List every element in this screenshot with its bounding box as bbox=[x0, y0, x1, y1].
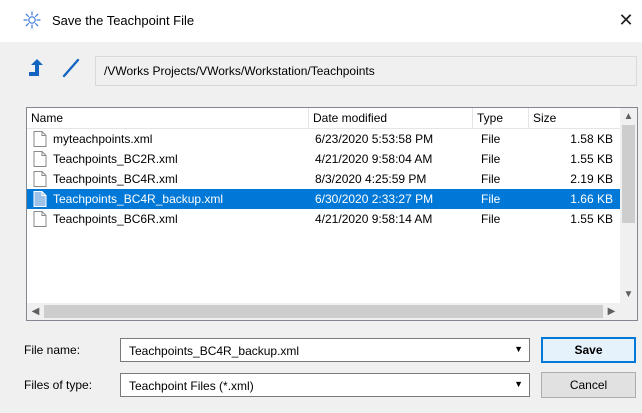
file-date: 4/21/2020 9:58:14 AM bbox=[315, 212, 433, 226]
file-name: Teachpoints_BC4R_backup.xml bbox=[53, 192, 224, 206]
save-file-dialog: Save the Teachpoint File ✕ /VWorks Proje… bbox=[0, 0, 642, 413]
column-header-size[interactable]: Size bbox=[529, 108, 620, 128]
file-type: File bbox=[481, 172, 501, 186]
path-field[interactable]: /VWorks Projects/VWorks/Workstation/Teac… bbox=[95, 56, 637, 86]
vertical-scroll-thumb[interactable] bbox=[622, 125, 635, 223]
column-header-type[interactable]: Type bbox=[473, 108, 529, 128]
file-rows: myteachpoints.xml 6/23/2020 5:53:58 PM F… bbox=[27, 129, 620, 229]
file-name-combobox[interactable]: Teachpoints_BC4R_backup.xml ▼ bbox=[120, 338, 530, 362]
file-size: 1.66 KB bbox=[570, 192, 613, 206]
scroll-up-arrow-icon[interactable]: ▲ bbox=[620, 108, 637, 125]
file-size: 2.19 KB bbox=[570, 172, 613, 186]
table-row[interactable]: Teachpoints_BC6R.xml 4/21/2020 9:58:14 A… bbox=[27, 209, 620, 229]
file-icon bbox=[33, 151, 47, 167]
file-type-label: Files of type: bbox=[24, 378, 93, 392]
file-icon bbox=[33, 131, 47, 147]
file-icon bbox=[33, 191, 47, 207]
file-size: 1.55 KB bbox=[570, 152, 613, 166]
cancel-button[interactable]: Cancel bbox=[541, 372, 636, 398]
file-date: 8/3/2020 4:25:59 PM bbox=[315, 172, 427, 186]
title-bar: Save the Teachpoint File ✕ bbox=[0, 0, 642, 42]
list-header: Name Date modified Type Size bbox=[27, 108, 620, 129]
table-row[interactable]: myteachpoints.xml 6/23/2020 5:53:58 PM F… bbox=[27, 129, 620, 149]
file-type: File bbox=[481, 212, 501, 226]
table-row[interactable]: Teachpoints_BC4R.xml 8/3/2020 4:25:59 PM… bbox=[27, 169, 620, 189]
sun-icon bbox=[23, 11, 41, 29]
vertical-scrollbar[interactable]: ▲ ▼ bbox=[620, 108, 637, 303]
file-type: File bbox=[481, 132, 501, 146]
file-name: Teachpoints_BC6R.xml bbox=[53, 212, 178, 226]
table-row[interactable]: Teachpoints_BC2R.xml 4/21/2020 9:58:04 A… bbox=[27, 149, 620, 169]
scroll-right-arrow-icon[interactable]: ▶ bbox=[603, 303, 620, 320]
file-type-select[interactable]: Teachpoint Files (*.xml) ▼ bbox=[120, 373, 530, 397]
chevron-down-icon[interactable]: ▼ bbox=[514, 379, 523, 389]
file-name-label: File name: bbox=[24, 343, 81, 357]
scroll-down-arrow-icon[interactable]: ▼ bbox=[620, 286, 637, 303]
chevron-down-icon[interactable]: ▼ bbox=[514, 344, 523, 354]
table-row[interactable]: Teachpoints_BC4R_backup.xml 6/30/2020 2:… bbox=[27, 189, 620, 209]
close-button[interactable]: ✕ bbox=[614, 8, 638, 32]
window-title: Save the Teachpoint File bbox=[52, 13, 195, 28]
file-list[interactable]: Name Date modified Type Size myteachpoin… bbox=[26, 107, 638, 321]
horizontal-scroll-thumb[interactable] bbox=[44, 305, 603, 318]
file-name: Teachpoints_BC2R.xml bbox=[53, 152, 178, 166]
file-type-value: Teachpoint Files (*.xml) bbox=[129, 379, 254, 393]
scroll-corner bbox=[620, 303, 637, 320]
column-header-date[interactable]: Date modified bbox=[309, 108, 473, 128]
slash-pen-icon[interactable] bbox=[60, 57, 82, 79]
horizontal-scrollbar[interactable]: ◀ ▶ bbox=[27, 303, 620, 320]
file-date: 6/23/2020 5:53:58 PM bbox=[315, 132, 434, 146]
save-button[interactable]: Save bbox=[541, 337, 636, 363]
file-name: Teachpoints_BC4R.xml bbox=[53, 172, 178, 186]
file-size: 1.58 KB bbox=[570, 132, 613, 146]
file-type: File bbox=[481, 192, 501, 206]
file-date: 4/21/2020 9:58:04 AM bbox=[315, 152, 433, 166]
file-size: 1.55 KB bbox=[570, 212, 613, 226]
file-icon bbox=[33, 211, 47, 227]
column-header-name[interactable]: Name bbox=[27, 108, 309, 128]
scroll-left-arrow-icon[interactable]: ◀ bbox=[27, 303, 44, 320]
up-arrow-icon[interactable] bbox=[27, 57, 49, 79]
file-icon bbox=[33, 171, 47, 187]
file-name-value: Teachpoints_BC4R_backup.xml bbox=[129, 344, 300, 358]
file-name: myteachpoints.xml bbox=[53, 132, 153, 146]
file-date: 6/30/2020 2:33:27 PM bbox=[315, 192, 434, 206]
file-type: File bbox=[481, 152, 501, 166]
